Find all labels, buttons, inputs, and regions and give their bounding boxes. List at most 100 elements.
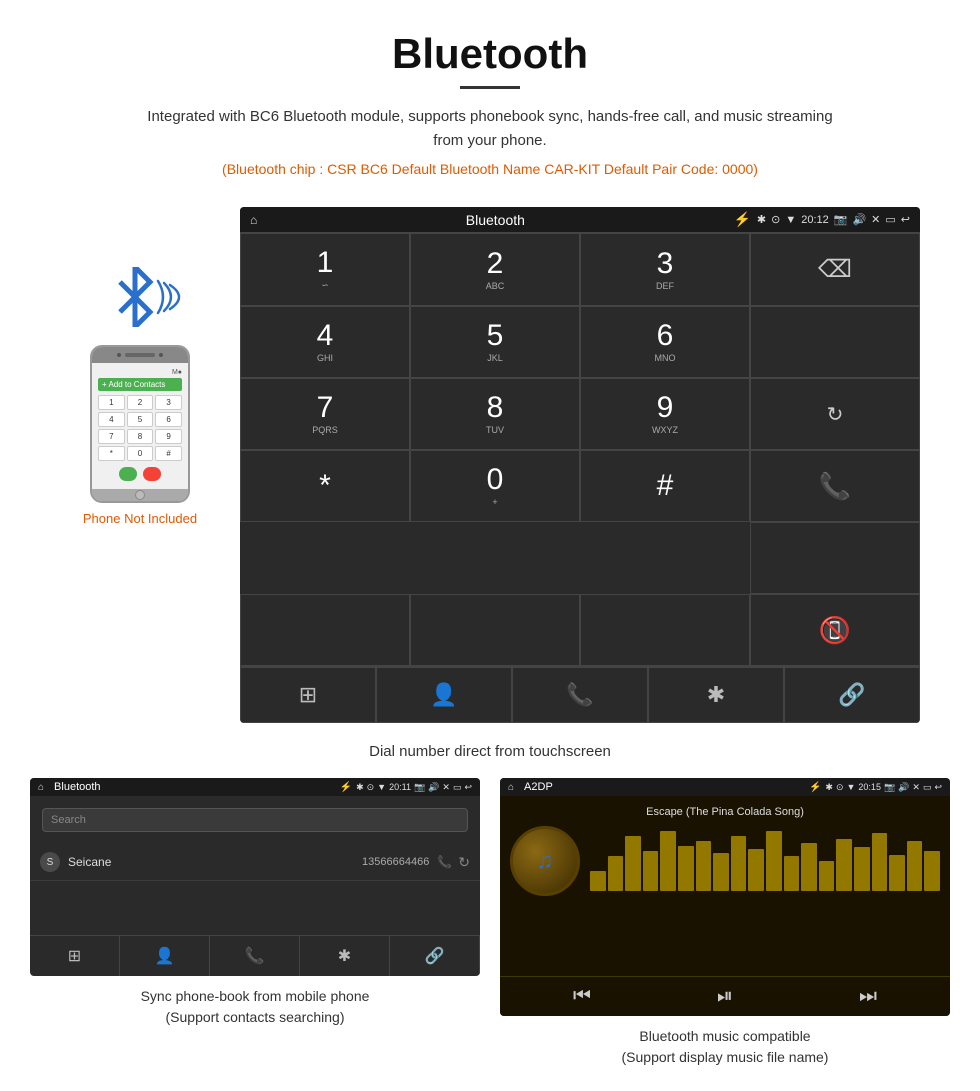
ms-close-icon: ✕ [912,782,920,793]
pb-bar-phone-icon[interactable]: 📞 [210,936,300,976]
pb-time: 20:11 [389,782,411,792]
pb-screen-title: Bluetooth [54,781,336,793]
phone-not-included-label: Phone Not Included [83,511,197,526]
dial-key-1[interactable]: 1∽ [240,233,410,306]
pb-bar-bt-icon[interactable]: ✱ [300,936,390,976]
dial-empty-4 [410,594,580,666]
signal-arcs-icon [154,277,182,322]
contact-refresh-icon[interactable]: ↻ [458,854,470,871]
phone-device: M● + Add to Contacts 123 456 789 *0# [90,345,190,503]
camera-icon: 📷 [834,213,848,226]
phonebook-search-wrap: Search [30,796,480,844]
phone-action-icon[interactable]: 📞 [437,855,452,869]
phonebook-screen: ⌂ Bluetooth ⚡ ✱ ⊙ ▼ 20:11 📷 🔊 ✕ ▭ ↩ Sear… [30,778,480,976]
location-icon: ⊙ [771,213,780,226]
ms-time: 20:15 [858,782,881,792]
title-underline [460,86,520,89]
ms-signal-icon: ▼ [847,782,856,792]
ms-back-icon: ↩ [934,782,942,793]
phone-illustration: M● + Add to Contacts 123 456 789 *0# Pho… [60,207,220,526]
dial-green-call-cell[interactable]: 📞 [750,450,920,522]
window-icon: ▭ [885,213,895,226]
pb-status-icons: ✱ ⊙ ▼ 20:11 📷 🔊 ✕ ▭ ↩ [356,782,472,793]
dial-empty-1 [750,306,920,378]
music-status-bar: ⌂ A2DP ⚡ ✱ ⊙ ▼ 20:15 📷 🔊 ✕ ▭ ↩ [500,778,950,796]
ms-home-icon: ⌂ [508,782,514,793]
page-header: Bluetooth Integrated with BC6 Bluetooth … [0,0,980,207]
next-button[interactable]: ⏭ [859,985,877,1008]
home-icon: ⌂ [250,213,257,227]
pb-loc-icon: ⊙ [367,782,375,793]
dial-bar-phone-icon[interactable]: 📞 [512,667,648,723]
volume-icon: 🔊 [852,213,866,226]
dial-bottom-bar: ⊞ 👤 📞 ✱ 🔗 [240,666,920,723]
usb-icon: ⚡ [733,211,750,228]
dial-key-star[interactable]: * [240,450,410,522]
phonebook-action-bar: ⊞ 👤 📞 ✱ 🔗 [30,935,480,976]
dial-bar-person-icon[interactable]: 👤 [376,667,512,723]
phonebook-search-input[interactable]: Search [42,808,468,832]
dial-key-9[interactable]: 9WXYZ [580,378,750,450]
bluetooth-illustration [110,267,170,337]
pb-home-icon: ⌂ [38,782,44,793]
album-art: ♫ [510,826,580,896]
dial-key-6[interactable]: 6MNO [580,306,750,378]
add-contacts-label: + Add to Contacts [98,378,182,391]
dial-end-call-cell[interactable]: 📵 [750,594,920,666]
dial-key-2[interactable]: 2ABC [410,233,580,306]
dial-key-5[interactable]: 5JKL [410,306,580,378]
dial-empty-3 [240,594,410,666]
phone-screen: M● + Add to Contacts 123 456 789 *0# [92,363,188,489]
ms-loc-icon: ⊙ [836,782,844,793]
pb-bar-grid-icon[interactable]: ⊞ [30,936,120,976]
phone-top-bar [92,347,188,363]
time-display: 20:12 [801,214,829,226]
dial-bar-bluetooth-icon[interactable]: ✱ [648,667,784,723]
music-column: ⌂ A2DP ⚡ ✱ ⊙ ▼ 20:15 📷 🔊 ✕ ▭ ↩ Escape (T… [500,778,950,1068]
dial-empty-5 [580,594,750,666]
bottom-row: ⌂ Bluetooth ⚡ ✱ ⊙ ▼ 20:11 📷 🔊 ✕ ▭ ↩ Sear… [0,778,980,1088]
dial-key-3[interactable]: 3DEF [580,233,750,306]
contact-avatar: S [40,852,60,872]
ms-camera-icon: 📷 [884,782,895,793]
equalizer-display [590,831,940,891]
ms-screen-title: A2DP [524,781,805,793]
phone-numpad: 123 456 789 *0# [98,395,182,461]
dial-key-8[interactable]: 8TUV [410,378,580,450]
dial-end-row: 📵 [240,594,920,666]
prev-button[interactable]: ⏮ [573,985,591,1008]
ms-usb-icon: ⚡ [809,782,821,793]
ms-win-icon: ▭ [923,782,932,793]
dial-keypad: 1∽ 2ABC 3DEF ⌫ 4GHI 5JKL 6MNO [240,232,920,594]
pb-usb-icon: ⚡ [340,782,352,793]
pb-camera-icon: 📷 [414,782,425,793]
dial-caption: Dial number direct from touchscreen [0,733,980,778]
dial-key-4[interactable]: 4GHI [240,306,410,378]
phone-call-buttons [98,465,182,483]
dial-key-7[interactable]: 7PQRS [240,378,410,450]
contact-number: 13566664466 [362,856,429,868]
pb-bar-link-icon[interactable]: 🔗 [390,936,480,976]
bluetooth-status-icon: ✱ [757,213,766,226]
page-title: Bluetooth [20,30,960,78]
android-status-bar: ⌂ Bluetooth ⚡ ✱ ⊙ ▼ 20:12 📷 🔊 ✕ ▭ ↩ [240,207,920,232]
dial-key-0[interactable]: 0+ [410,450,580,522]
dial-empty-2 [750,522,920,594]
music-caption: Bluetooth music compatible(Support displ… [622,1026,829,1068]
android-dial-screen: ⌂ Bluetooth ⚡ ✱ ⊙ ▼ 20:12 📷 🔊 ✕ ▭ ↩ 1∽ 2 [240,207,920,723]
pb-win-icon: ▭ [453,782,462,793]
pb-signal-icon: ▼ [377,782,386,792]
dial-key-hash[interactable]: # [580,450,750,522]
contact-name: Seicane [68,855,362,869]
ms-bt-icon: ✱ [825,782,833,793]
dial-bar-link-icon[interactable]: 🔗 [784,667,920,723]
dial-bar-grid-icon[interactable]: ⊞ [240,667,376,723]
dial-refresh-cell[interactable]: ↻ [750,378,920,450]
contact-row: S Seicane 13566664466 📞 ↻ [30,844,480,881]
music-main-area: ♫ [510,826,940,896]
dial-backspace-cell[interactable]: ⌫ [750,233,920,306]
pb-bar-person-icon[interactable]: 👤 [120,936,210,976]
music-controls: ⏮ ⏯ ⏭ [500,976,950,1016]
pb-back-icon: ↩ [464,782,472,793]
play-pause-button[interactable]: ⏯ [717,985,733,1008]
